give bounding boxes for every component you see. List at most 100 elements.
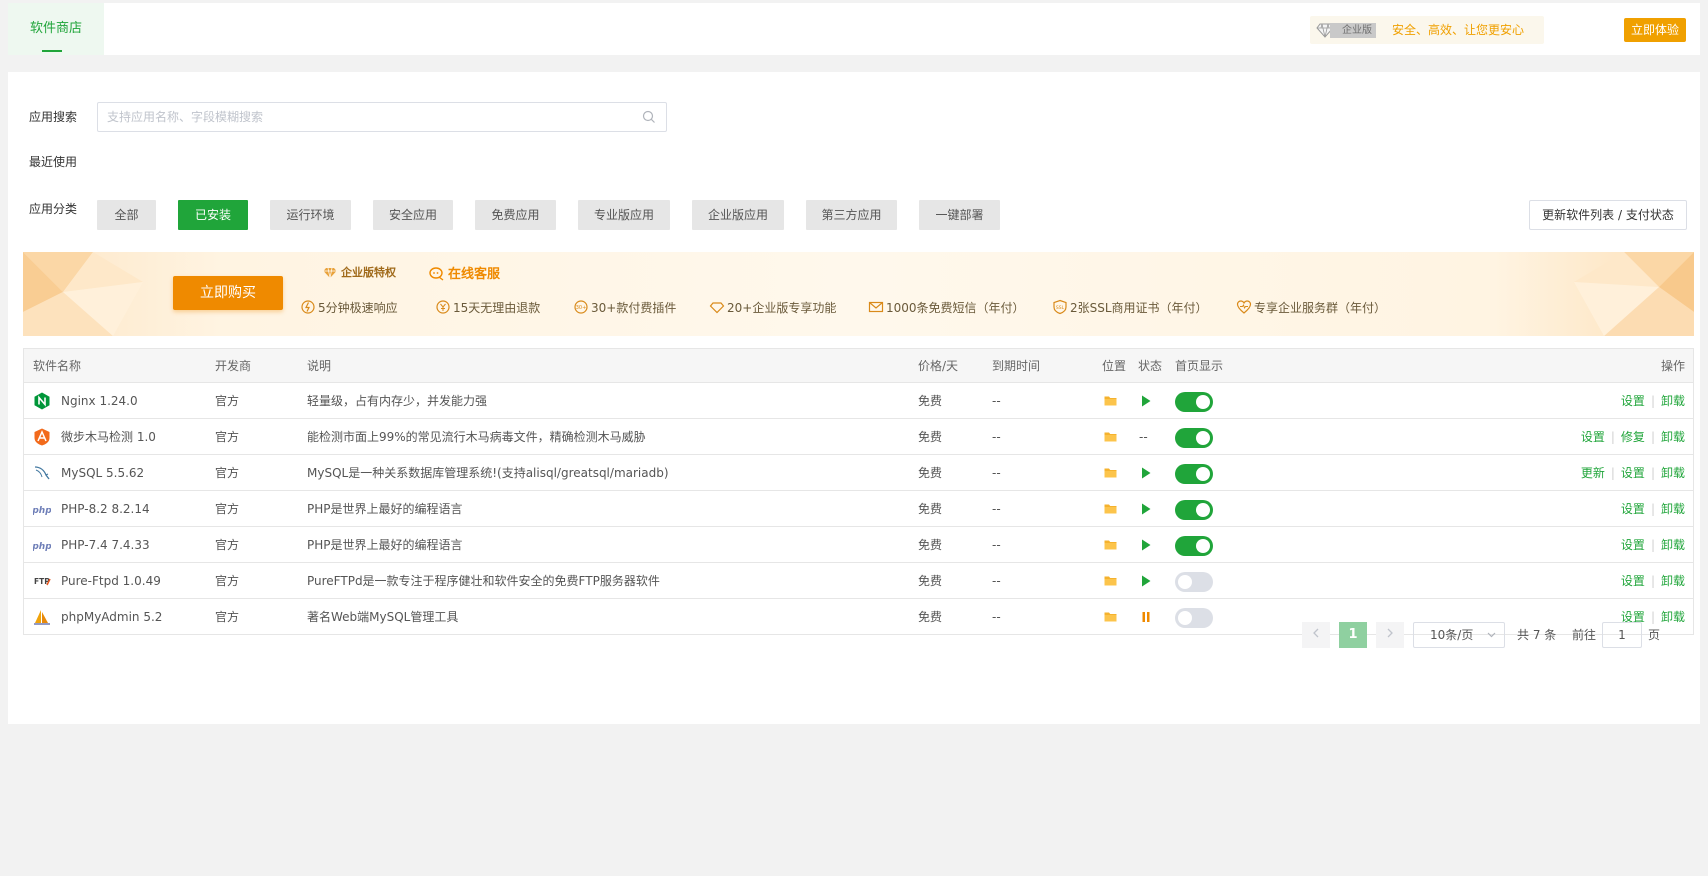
update-link[interactable]: 更新 — [1581, 466, 1605, 480]
developer-cell: 官方 — [215, 574, 240, 588]
description-cell: 轻量级，占有内存少，并发能力强 — [307, 394, 488, 408]
developer-cell: 官方 — [215, 466, 240, 480]
play-icon[interactable] — [1141, 575, 1151, 587]
lightning-clock-icon — [301, 300, 315, 314]
header-status: 状态 — [1138, 359, 1163, 373]
chat-icon — [429, 267, 444, 281]
settings-link[interactable]: 设置 — [1621, 538, 1645, 552]
page-number-current[interactable]: 1 — [1339, 622, 1367, 648]
developer-cell: 官方 — [215, 430, 240, 444]
settings-link[interactable]: 设置 — [1581, 430, 1605, 444]
homepage-toggle[interactable] — [1175, 500, 1213, 520]
enterprise-privileges-title: 企业版特权 — [323, 264, 396, 280]
folder-icon[interactable] — [1104, 395, 1117, 406]
category-enterprise[interactable]: 企业版应用 — [692, 200, 784, 230]
play-icon[interactable] — [1141, 539, 1151, 551]
feature-fast-response-label: 5分钟极速响应 — [318, 301, 398, 315]
settings-link[interactable]: 设置 — [1621, 502, 1645, 516]
homepage-toggle[interactable] — [1175, 428, 1213, 448]
software-table: 软件名称 开发商 说明 价格/天 到期时间 位置 状态 首页显示 操作 Ngin… — [23, 348, 1694, 635]
feature-enterprise-functions: 20+企业版专享功能 — [709, 299, 836, 316]
developer-cell: 官方 — [215, 502, 240, 516]
software-name-cell[interactable]: php PHP-8.2 8.2.14 — [31, 491, 149, 527]
table-header: 软件名称 开发商 说明 价格/天 到期时间 位置 状态 首页显示 操作 — [24, 349, 1693, 383]
repair-link[interactable]: 修复 — [1621, 430, 1645, 444]
mail-icon — [868, 301, 884, 313]
software-name-cell[interactable]: php PHP-7.4 7.4.33 — [31, 527, 149, 563]
software-name-cell[interactable]: Nginx 1.24.0 — [33, 383, 138, 419]
pause-icon[interactable] — [1141, 611, 1151, 623]
settings-link[interactable]: 设置 — [1621, 394, 1645, 408]
goto-page-input[interactable]: 1 — [1602, 622, 1642, 648]
prev-page-button[interactable] — [1302, 622, 1330, 648]
table-row: php PHP-8.2 8.2.14 官方 PHP是世界上最好的编程语言 免费 -… — [24, 491, 1693, 527]
price-cell: 免费 — [918, 610, 943, 624]
buy-now-button[interactable]: 立即购买 — [173, 276, 283, 310]
category-pro[interactable]: 专业版应用 — [578, 200, 670, 230]
settings-link[interactable]: 设置 — [1621, 574, 1645, 588]
category-installed[interactable]: 已安装 — [178, 200, 248, 230]
category-third-party[interactable]: 第三方应用 — [806, 200, 897, 230]
folder-icon[interactable] — [1104, 611, 1117, 622]
expiry-cell: -- — [992, 430, 1001, 444]
update-software-list-button[interactable]: 更新软件列表 / 支付状态 — [1529, 200, 1687, 230]
description-cell: MySQL是一种关系数据库管理系统!(支持alisql/greatsql/mar… — [307, 466, 669, 480]
folder-icon[interactable] — [1104, 575, 1117, 586]
tab-software-store[interactable]: 软件商店 — [8, 3, 104, 55]
software-name-cell[interactable]: 微步木马检测 1.0 — [33, 419, 156, 455]
folder-icon[interactable] — [1104, 467, 1117, 478]
homepage-toggle[interactable] — [1175, 536, 1213, 556]
top-bar: 软件商店 企业版 安全、高效、让您更安心 立即体验 — [8, 3, 1700, 55]
developer-cell: 官方 — [215, 538, 240, 552]
next-page-button[interactable] — [1376, 622, 1404, 648]
recent-label: 最近使用 — [29, 155, 78, 169]
homepage-toggle[interactable] — [1175, 572, 1213, 592]
online-service-link[interactable]: 在线客服 — [429, 263, 500, 282]
header-name[interactable]: 软件名称 — [33, 349, 81, 383]
feature-ssl-certificates: SSL 2张SSL商用证书（年付） — [1052, 299, 1208, 316]
actions-cell: 设置 | 卸载 — [1621, 491, 1685, 527]
status-none: -- — [1139, 430, 1148, 444]
chevron-right-icon — [1387, 628, 1393, 638]
settings-link[interactable]: 设置 — [1621, 466, 1645, 480]
price-cell: 免费 — [918, 430, 943, 444]
php-icon: php — [31, 496, 52, 516]
uninstall-link[interactable]: 卸载 — [1661, 394, 1685, 408]
tab-active-indicator — [42, 50, 62, 52]
page-unit-label: 页 — [1648, 628, 1661, 642]
uninstall-link[interactable]: 卸载 — [1661, 502, 1685, 516]
enterprise-promo[interactable]: 企业版 安全、高效、让您更安心 — [1310, 16, 1544, 44]
uninstall-link[interactable]: 卸载 — [1661, 538, 1685, 552]
software-name-cell[interactable]: MySQL 5.5.62 — [33, 455, 144, 491]
category-one-click-deploy[interactable]: 一键部署 — [919, 200, 1000, 230]
folder-icon[interactable] — [1104, 539, 1117, 550]
search-icon[interactable] — [642, 110, 656, 124]
category-runtime[interactable]: 运行环境 — [270, 200, 351, 230]
page-size-select[interactable]: 10条/页 — [1413, 622, 1505, 648]
category-all[interactable]: 全部 — [97, 200, 156, 230]
price-cell: 免费 — [918, 466, 943, 480]
homepage-toggle[interactable] — [1175, 608, 1213, 628]
banner-decoration-right — [1574, 252, 1694, 336]
feature-paid-plugins-label: 30+款付费插件 — [591, 301, 677, 315]
expiry-cell: -- — [992, 610, 1001, 624]
play-icon[interactable] — [1141, 503, 1151, 515]
search-input[interactable] — [98, 103, 618, 131]
homepage-toggle[interactable] — [1175, 464, 1213, 484]
uninstall-link[interactable]: 卸载 — [1661, 430, 1685, 444]
uninstall-link[interactable]: 卸载 — [1661, 574, 1685, 588]
software-name: phpMyAdmin 5.2 — [61, 610, 163, 624]
play-icon[interactable] — [1141, 395, 1151, 407]
category-security[interactable]: 安全应用 — [373, 200, 453, 230]
try-now-button[interactable]: 立即体验 — [1624, 18, 1686, 42]
table-row: php PHP-7.4 7.4.33 官方 PHP是世界上最好的编程语言 免费 -… — [24, 527, 1693, 563]
software-name-cell[interactable]: phpMyAdmin 5.2 — [33, 599, 162, 635]
software-name-cell[interactable]: FTP Pure-Ftpd 1.0.49 — [33, 563, 161, 599]
folder-icon[interactable] — [1104, 431, 1117, 442]
category-free[interactable]: 免费应用 — [475, 200, 556, 230]
folder-icon[interactable] — [1104, 503, 1117, 514]
play-icon[interactable] — [1141, 467, 1151, 479]
uninstall-link[interactable]: 卸载 — [1661, 466, 1685, 480]
homepage-toggle[interactable] — [1175, 392, 1213, 412]
chevron-left-icon — [1313, 628, 1319, 638]
